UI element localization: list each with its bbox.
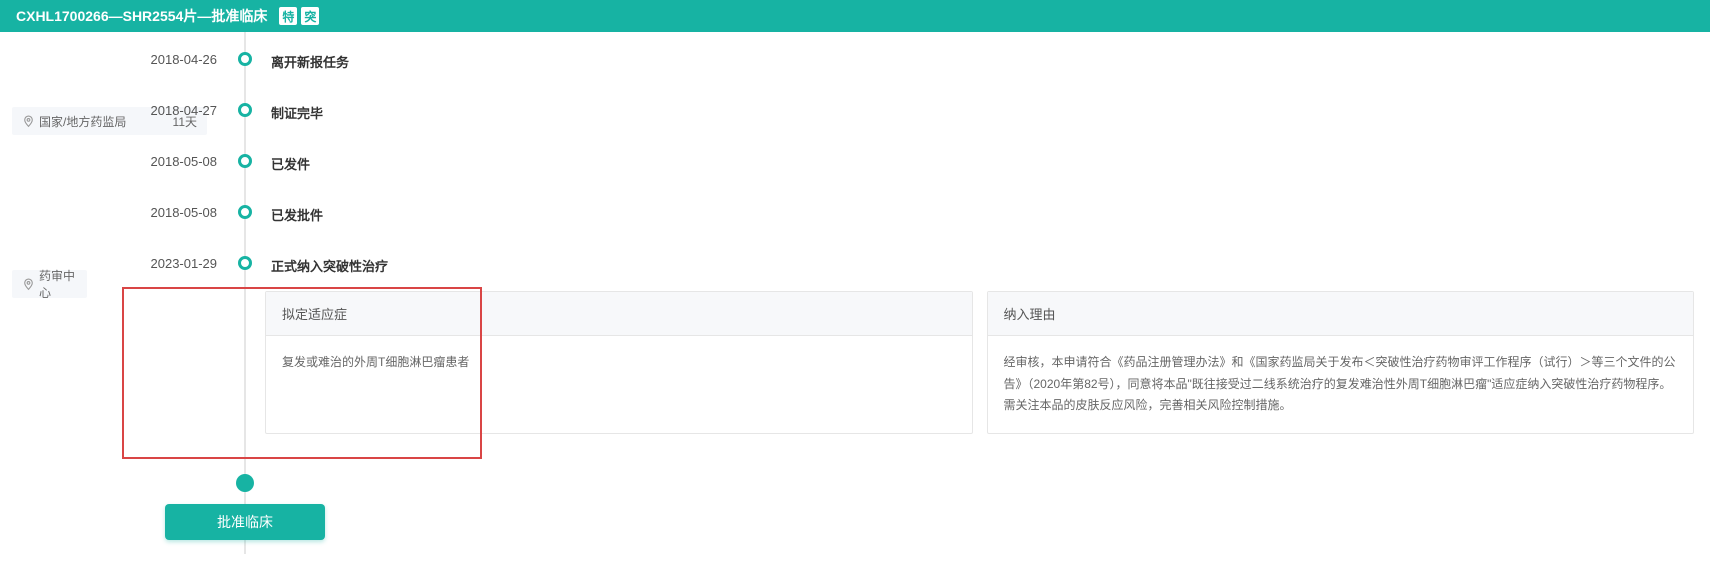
detail-body: 复发或难治的外周T细胞淋巴瘤患者: [266, 336, 972, 390]
timeline-end-node: [236, 474, 254, 492]
detail-box-indication: 拟定适应症 复发或难治的外周T细胞淋巴瘤患者: [265, 291, 973, 434]
event-date: 2023-01-29: [0, 256, 225, 271]
timeline-event-breakthrough: 2023-01-29 正式纳入突破性治疗: [0, 256, 1710, 275]
bottom-section: 批准临床: [0, 474, 1710, 554]
page-header: CXHL1700266—SHR2554片—批准临床 特 突: [0, 0, 1710, 32]
approve-clinical-button[interactable]: 批准临床: [165, 504, 325, 540]
timeline-node-icon: [238, 103, 252, 117]
timeline-node-icon: [238, 205, 252, 219]
location-icon: [22, 278, 35, 291]
event-title: 已发件: [265, 154, 310, 173]
timeline-event: 2018-05-08 已发件: [0, 154, 1710, 173]
event-title: 已发批件: [265, 205, 323, 224]
timeline-node-icon: [238, 154, 252, 168]
detail-row: 拟定适应症 复发或难治的外周T细胞淋巴瘤患者 纳入理由 经审核，本申请符合《药品…: [0, 291, 1710, 434]
detail-box-reason: 纳入理由 经审核，本申请符合《药品注册管理办法》和《国家药监局关于发布＜突破性治…: [987, 291, 1695, 434]
event-title: 正式纳入突破性治疗: [265, 256, 388, 275]
page-title: CXHL1700266—SHR2554片—批准临床: [16, 6, 267, 26]
detail-header: 纳入理由: [988, 292, 1694, 336]
badge-special: 特: [279, 7, 297, 25]
timeline-node-icon: [238, 256, 252, 270]
timeline-node-icon: [238, 52, 252, 66]
event-title: 离开新报任务: [265, 52, 349, 71]
event-date: 2018-05-08: [0, 205, 225, 220]
event-date: 2018-05-08: [0, 154, 225, 169]
detail-body: 经审核，本申请符合《药品注册管理办法》和《国家药监局关于发布＜突破性治疗药物审评…: [988, 336, 1694, 433]
timeline-event: 2018-05-08 已发批件: [0, 205, 1710, 224]
timeline-node-filled-icon: [236, 474, 254, 492]
event-date: 2018-04-26: [0, 52, 225, 67]
badge-breakthrough: 突: [301, 7, 319, 25]
timeline-area: 国家/地方药监局 11天 药审中心 2018-04-26 离开新报任务 2018…: [0, 32, 1710, 554]
timeline-event: 2018-04-27 制证完毕: [0, 103, 1710, 122]
timeline-event: 2018-04-26 离开新报任务: [0, 52, 1710, 71]
detail-header: 拟定适应症: [266, 292, 972, 336]
event-date: 2018-04-27: [0, 103, 225, 118]
event-title: 制证完毕: [265, 103, 323, 122]
